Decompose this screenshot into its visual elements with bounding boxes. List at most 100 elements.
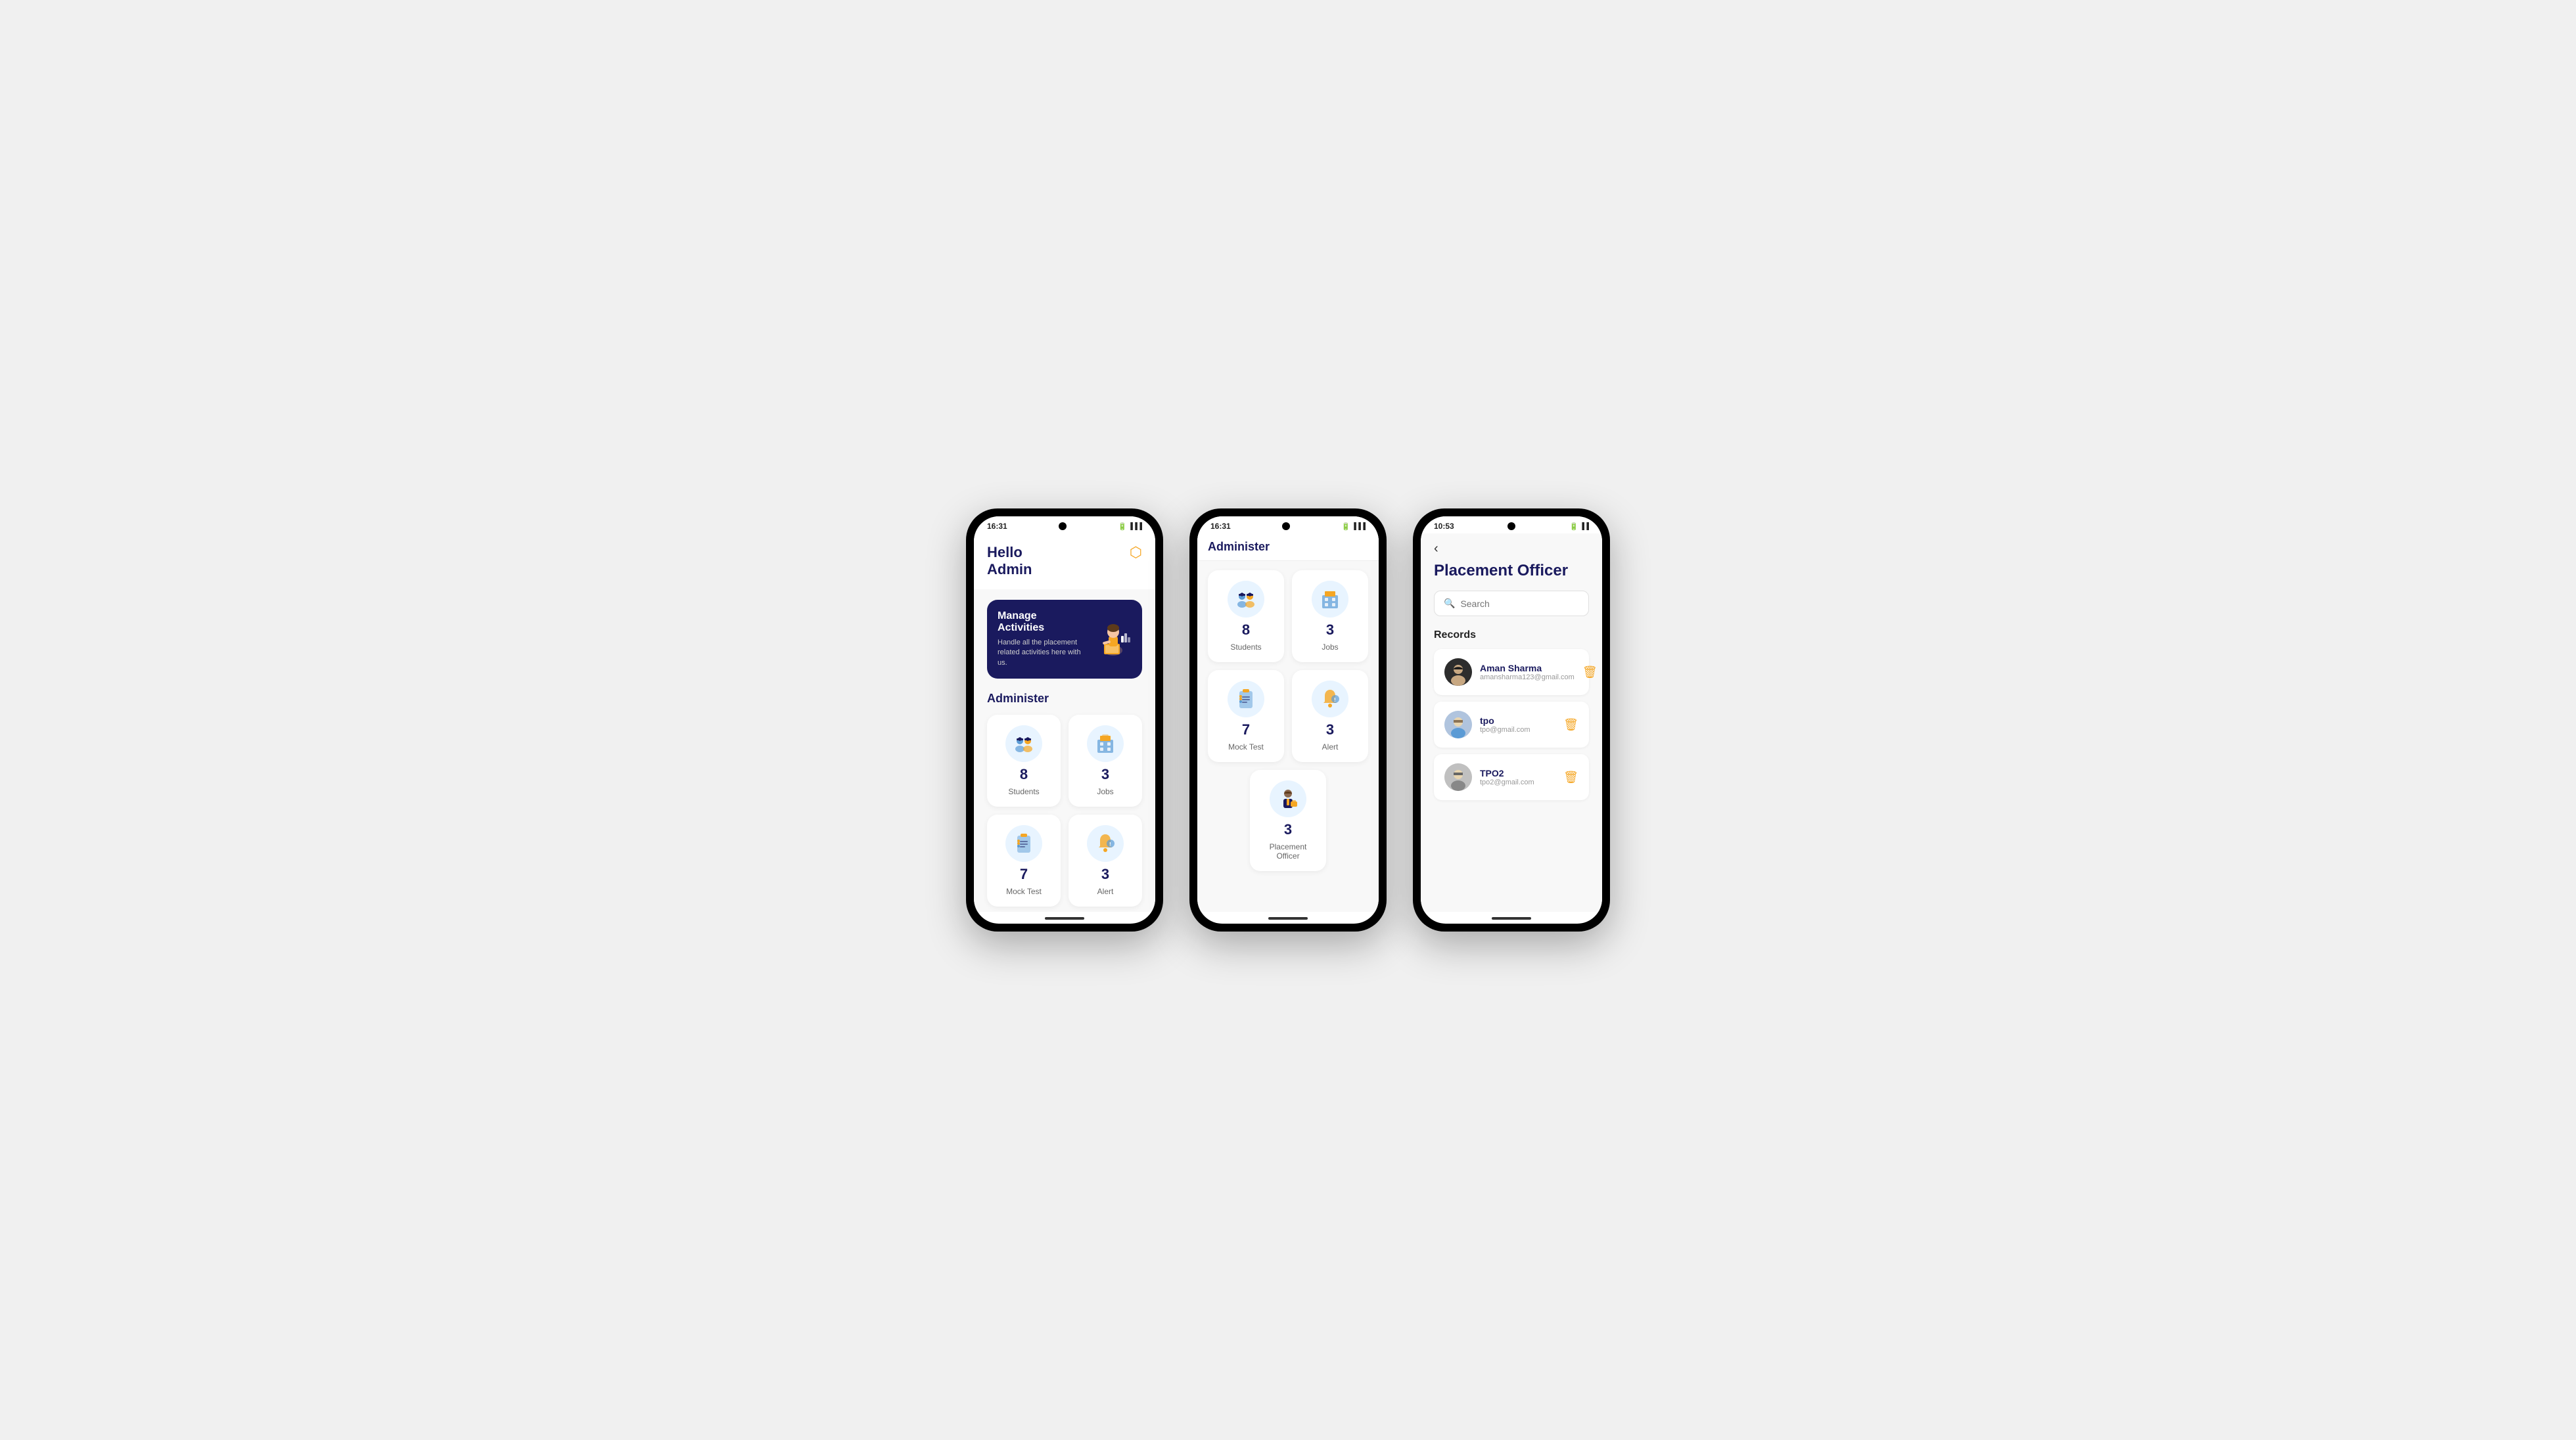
hello-line2: Admin [987,561,1032,578]
camera-hole-2 [1282,522,1290,530]
tpo-info: tpo tpo@gmail.com [1480,715,1555,734]
logout-icon[interactable]: ⬡ [1130,544,1142,561]
screen1-content: Hello Admin ⬡ Manage Activities Handle a… [974,533,1155,912]
signal-icon-2: ▐▐▐ [1352,523,1366,530]
p2-alert-label: Alert [1322,742,1339,752]
jobs-stat-card[interactable]: 3 Jobs [1069,715,1142,807]
battery-icon-2: 🔋 [1341,522,1350,531]
tpo-name: tpo [1480,715,1555,726]
status-bar-1: 16:31 🔋 ▐▐▐ [974,516,1155,533]
signal-icon-3: ▐▐ [1580,523,1589,530]
aman-name: Aman Sharma [1480,663,1575,673]
tpo2-info: TPO2 tpo2@gmail.com [1480,768,1555,786]
p2-jobs-count: 3 [1326,621,1334,639]
jobs-icon [1087,725,1124,762]
aman-email: amansharma123@gmail.com [1480,673,1575,681]
camera-hole-1 [1059,522,1067,530]
p2-students-label: Students [1230,642,1261,652]
p2-mocktest-stat-card[interactable]: 7 Mock Test [1208,670,1284,762]
avatar-aman [1444,658,1472,686]
manage-card-desc: Handle all the placement related activit… [998,638,1086,668]
back-button[interactable]: ‹ [1434,533,1589,562]
svg-text:!: ! [1334,697,1336,703]
camera-hole-3 [1507,522,1515,530]
status-bar-2: 16:31 🔋 ▐▐▐ [1197,516,1379,533]
hello-line1: Hello [987,544,1032,561]
mocktest-stat-card[interactable]: 7 Mock Test [987,815,1061,907]
placement-officer-title: Placement Officer [1434,562,1589,580]
jobs-count: 3 [1101,766,1109,783]
manage-card-text: Manage Activities Handle all the placeme… [998,610,1086,668]
phone-3: 10:53 🔋 ▐▐ ‹ Placement Officer 🔍 R [1413,508,1610,932]
records-title: Records [1434,629,1589,641]
p2-alert-stat-card[interactable]: ! 3 Alert [1292,670,1368,762]
jobs-label: Jobs [1097,787,1113,796]
p2-mocktest-count: 7 [1242,721,1250,738]
alert-count: 3 [1101,866,1109,883]
p2-students-icon [1228,581,1264,618]
aman-delete-button[interactable]: 🗑 [1582,665,1598,679]
p2-mocktest-icon [1228,681,1264,717]
p2-jobs-stat-card[interactable]: 3 Jobs [1292,570,1368,662]
mocktest-label: Mock Test [1006,887,1042,896]
time-3: 10:53 [1434,522,1454,531]
administer-title: Administer [987,692,1142,706]
p2-students-stat-card[interactable]: 8 Students [1208,570,1284,662]
p2-placement-stat-card[interactable]: 3 Placement Officer [1250,770,1326,871]
tpo-delete-button[interactable]: 🗑 [1563,718,1578,732]
tpo2-email: tpo2@gmail.com [1480,778,1555,786]
mocktest-icon [1005,825,1042,862]
signal-icon: ▐▐▐ [1128,523,1142,530]
administer-header: Administer [1208,540,1368,554]
greeting-text: Hello Admin [987,544,1032,579]
time-2: 16:31 [1210,522,1231,531]
stats-row-2: 7 Mock Test ! [987,815,1142,907]
p2-alert-count: 3 [1326,721,1334,738]
mocktest-count: 7 [1020,866,1028,883]
status-bar-3: 10:53 🔋 ▐▐ [1421,516,1602,533]
record-tpo: tpo tpo@gmail.com 🗑 [1434,702,1589,748]
stats-row-1: 8 Students [987,715,1142,807]
p2-placement-icon [1270,780,1306,817]
time-1: 16:31 [987,522,1007,531]
p2-jobs-label: Jobs [1322,642,1338,652]
students-icon [1005,725,1042,762]
p2-students-count: 8 [1242,621,1250,639]
tpo2-delete-button[interactable]: 🗑 [1563,771,1578,784]
status-icons-2: 🔋 ▐▐▐ [1341,522,1366,531]
alert-stat-card[interactable]: ! 3 Alert [1069,815,1142,907]
manage-card-title: Manage Activities [998,610,1086,634]
phone2-stats-row-1: 8 Students [1208,570,1368,662]
phone-2: 16:31 🔋 ▐▐▐ Administer [1189,508,1387,932]
bottom-indicator-3 [1492,917,1531,920]
bottom-indicator-2 [1268,917,1308,920]
screen3-content: ‹ Placement Officer 🔍 Records [1421,533,1602,912]
battery-icon: 🔋 [1118,522,1127,531]
tpo-email: tpo@gmail.com [1480,726,1555,734]
tpo2-name: TPO2 [1480,768,1555,778]
phone2-stats-row-3: 3 Placement Officer [1208,770,1368,871]
students-label: Students [1008,787,1039,796]
screen1-header: Hello Admin ⬡ [974,533,1155,589]
record-tpo2: TPO2 tpo2@gmail.com 🗑 [1434,754,1589,800]
manage-illustration [1086,616,1132,662]
manage-activities-card[interactable]: Manage Activities Handle all the placeme… [987,600,1142,679]
bottom-indicator-1 [1045,917,1084,920]
p2-placement-count: 3 [1284,821,1292,838]
p2-mocktest-label: Mock Test [1228,742,1264,752]
alert-icon: ! [1087,825,1124,862]
search-input[interactable] [1460,598,1579,609]
phone2-stats-row-2: 7 Mock Test ! 3 Ale [1208,670,1368,762]
students-count: 8 [1020,766,1028,783]
p2-alert-icon: ! [1312,681,1348,717]
avatar-tpo2 [1444,763,1472,791]
status-icons-3: 🔋 ▐▐ [1569,522,1589,531]
search-box[interactable]: 🔍 [1434,591,1589,616]
students-stat-card[interactable]: 8 Students [987,715,1061,807]
svg-text:!: ! [1109,842,1111,847]
alert-label: Alert [1097,887,1114,896]
search-icon: 🔍 [1444,598,1455,609]
p2-jobs-icon [1312,581,1348,618]
phone-1: 16:31 🔋 ▐▐▐ Hello Admin ⬡ [966,508,1163,932]
avatar-tpo [1444,711,1472,738]
